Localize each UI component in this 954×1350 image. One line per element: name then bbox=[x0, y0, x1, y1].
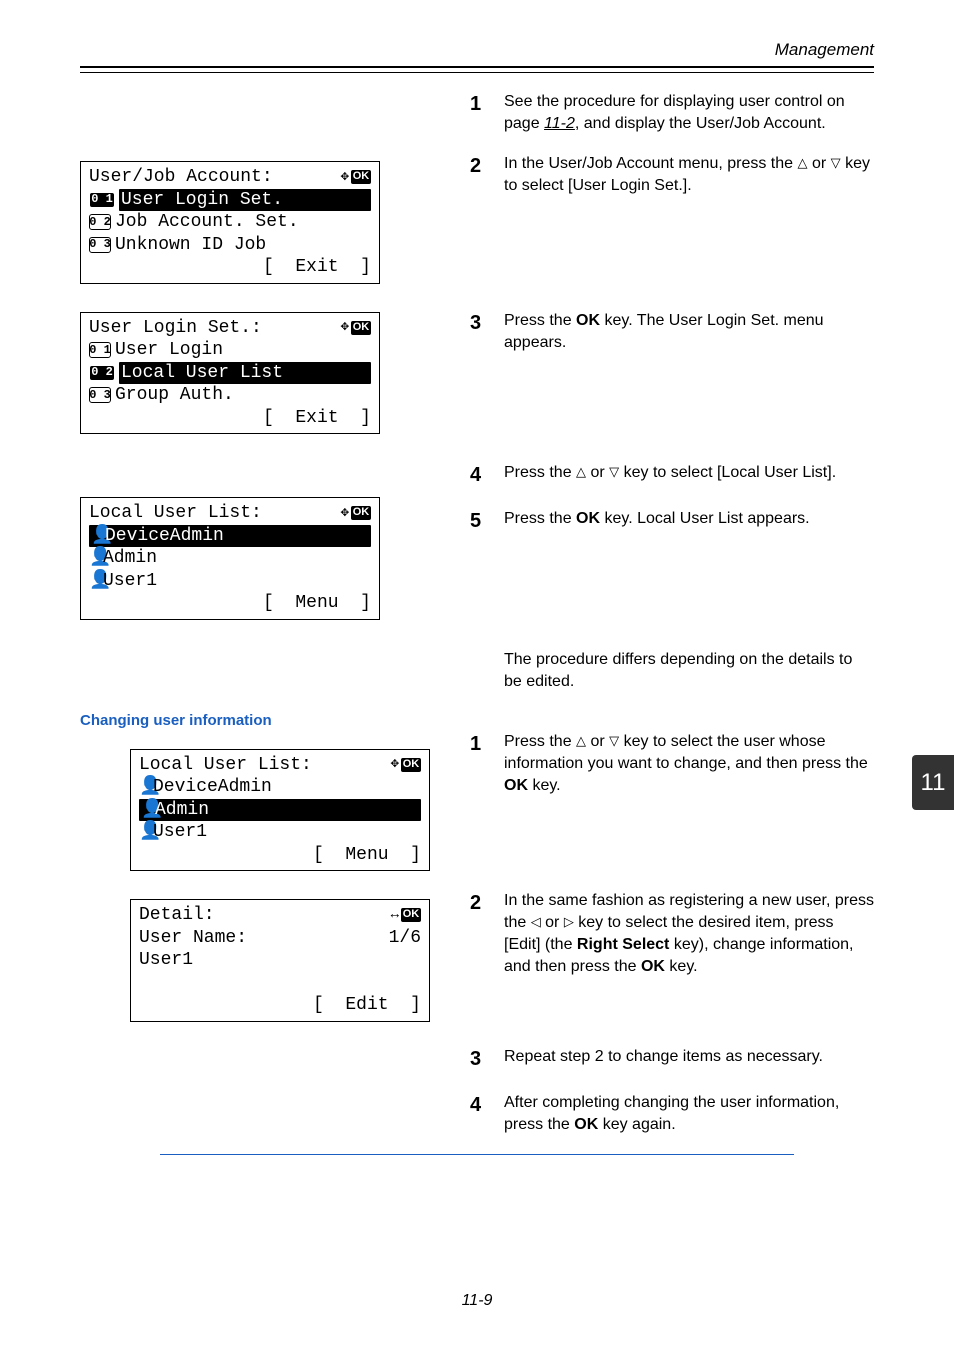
lcd4-title: Local User List: bbox=[139, 754, 391, 777]
subheading-changing-user-info: Changing user information bbox=[80, 712, 440, 729]
lcd5-page: 1/6 bbox=[247, 927, 421, 950]
user-icon: 👤 bbox=[141, 799, 155, 822]
lcd1-row2: Job Account. Set. bbox=[115, 211, 299, 234]
lcd1-num3: 0 3 bbox=[89, 237, 111, 253]
lcd3-row1-selected: 👤DeviceAdmin bbox=[89, 525, 371, 548]
note-block: The procedure differs depending on the d… bbox=[470, 649, 874, 693]
user-icon: 👤 bbox=[89, 547, 103, 570]
lcd1-title: User/Job Account: bbox=[89, 166, 341, 189]
right-triangle-icon: ▷ bbox=[564, 914, 574, 929]
user-icon: 👤 bbox=[89, 570, 103, 593]
change-step-4: 4 After completing changing the user inf… bbox=[470, 1092, 874, 1136]
change-step-2: 2 In the same fashion as registering a n… bbox=[470, 890, 874, 978]
left-column: User/Job Account: ✥OK 0 1 User Login Set… bbox=[80, 91, 440, 1154]
rule-thick bbox=[80, 66, 874, 68]
down-triangle-icon: ▽ bbox=[831, 155, 841, 170]
up-triangle-icon: △ bbox=[576, 733, 586, 748]
link-page-11-2[interactable]: 11-2 bbox=[544, 115, 575, 132]
step-3: 3 Press the OK key. The User Login Set. … bbox=[470, 310, 874, 354]
down-triangle-icon: ▽ bbox=[609, 464, 619, 479]
lcd1-num1: 0 1 bbox=[89, 192, 115, 208]
lcd2-title: User Login Set.: bbox=[89, 317, 341, 340]
change-step-1: 1 Press the △ or ▽ key to select the use… bbox=[470, 731, 874, 797]
lcd3-row3: User1 bbox=[103, 570, 157, 593]
lcd5-value: User1 bbox=[139, 949, 193, 972]
lcd-local-user-list-1: Local User List: ✥OK 👤DeviceAdmin 👤Admin… bbox=[80, 497, 380, 620]
lcd1-row3: Unknown ID Job bbox=[115, 234, 266, 257]
lcd2-row1: User Login bbox=[115, 339, 223, 362]
user-icon: 👤 bbox=[139, 776, 153, 799]
right-column: 1 See the procedure for displaying user … bbox=[470, 91, 874, 1154]
lcd1-row1-selected: User Login Set. bbox=[119, 189, 371, 212]
footer-rule bbox=[160, 1154, 794, 1155]
lcd3-softkey: [ Menu ] bbox=[263, 592, 371, 615]
lcd-user-login-set: User Login Set.: ✥OK 0 1 User Login 0 2 … bbox=[80, 312, 380, 435]
lcd2-num3: 0 3 bbox=[89, 387, 111, 403]
page-number: 11-9 bbox=[0, 1292, 954, 1310]
chapter-tab: 11 bbox=[912, 755, 954, 810]
lcd1-softkey: [ Exit ] bbox=[263, 256, 371, 279]
step-2: 2 In the User/Job Account menu, press th… bbox=[470, 153, 874, 197]
lcd1-num2: 0 2 bbox=[89, 214, 111, 230]
step-1: 1 See the procedure for displaying user … bbox=[470, 91, 874, 135]
lcd3-title: Local User List: bbox=[89, 502, 341, 525]
lcd4-row3: User1 bbox=[153, 821, 207, 844]
lcd4-row2-selected: 👤Admin bbox=[139, 799, 421, 822]
step-4: 4 Press the △ or ▽ key to select [Local … bbox=[470, 462, 874, 490]
lcd2-row3: Group Auth. bbox=[115, 384, 234, 407]
nav-ok-icon: ✥OK bbox=[391, 756, 421, 774]
user-icon: 👤 bbox=[139, 821, 153, 844]
rule-thin bbox=[80, 72, 874, 73]
up-triangle-icon: △ bbox=[798, 155, 808, 170]
nav-ok-icon: ✥OK bbox=[341, 505, 371, 523]
lcd4-row1: DeviceAdmin bbox=[153, 776, 272, 799]
lcd4-softkey: [ Menu ] bbox=[313, 844, 421, 867]
step-5: 5 Press the OK key. Local User List appe… bbox=[470, 508, 874, 536]
lcd-local-user-list-2: Local User List: ✥OK 👤DeviceAdmin 👤Admin… bbox=[130, 749, 430, 872]
down-triangle-icon: ▽ bbox=[609, 733, 619, 748]
nav-ok-icon: ✥OK bbox=[341, 169, 371, 187]
running-head: Management bbox=[80, 40, 874, 60]
lcd5-field-label: User Name: bbox=[139, 927, 247, 950]
lcd2-softkey: [ Exit ] bbox=[263, 407, 371, 430]
lcd3-row2: Admin bbox=[103, 547, 157, 570]
lcd5-softkey: [ Edit ] bbox=[313, 994, 421, 1017]
lcd2-num2: 0 2 bbox=[89, 365, 115, 381]
user-icon: 👤 bbox=[91, 525, 105, 548]
left-triangle-icon: ◁ bbox=[531, 914, 541, 929]
lcd2-num1: 0 1 bbox=[89, 342, 111, 358]
lcd-detail: Detail: ↔OK User Name: 1/6 User1 [ Edit … bbox=[130, 899, 430, 1022]
lcd5-title: Detail: bbox=[139, 904, 391, 927]
lcd-user-job-account: User/Job Account: ✥OK 0 1 User Login Set… bbox=[80, 161, 380, 284]
change-step-3: 3 Repeat step 2 to change items as neces… bbox=[470, 1046, 874, 1074]
nav-ok-icon: ✥OK bbox=[341, 319, 371, 337]
lr-ok-icon: ↔OK bbox=[391, 907, 421, 925]
up-triangle-icon: △ bbox=[576, 464, 586, 479]
lcd2-row2-selected: Local User List bbox=[119, 362, 371, 385]
